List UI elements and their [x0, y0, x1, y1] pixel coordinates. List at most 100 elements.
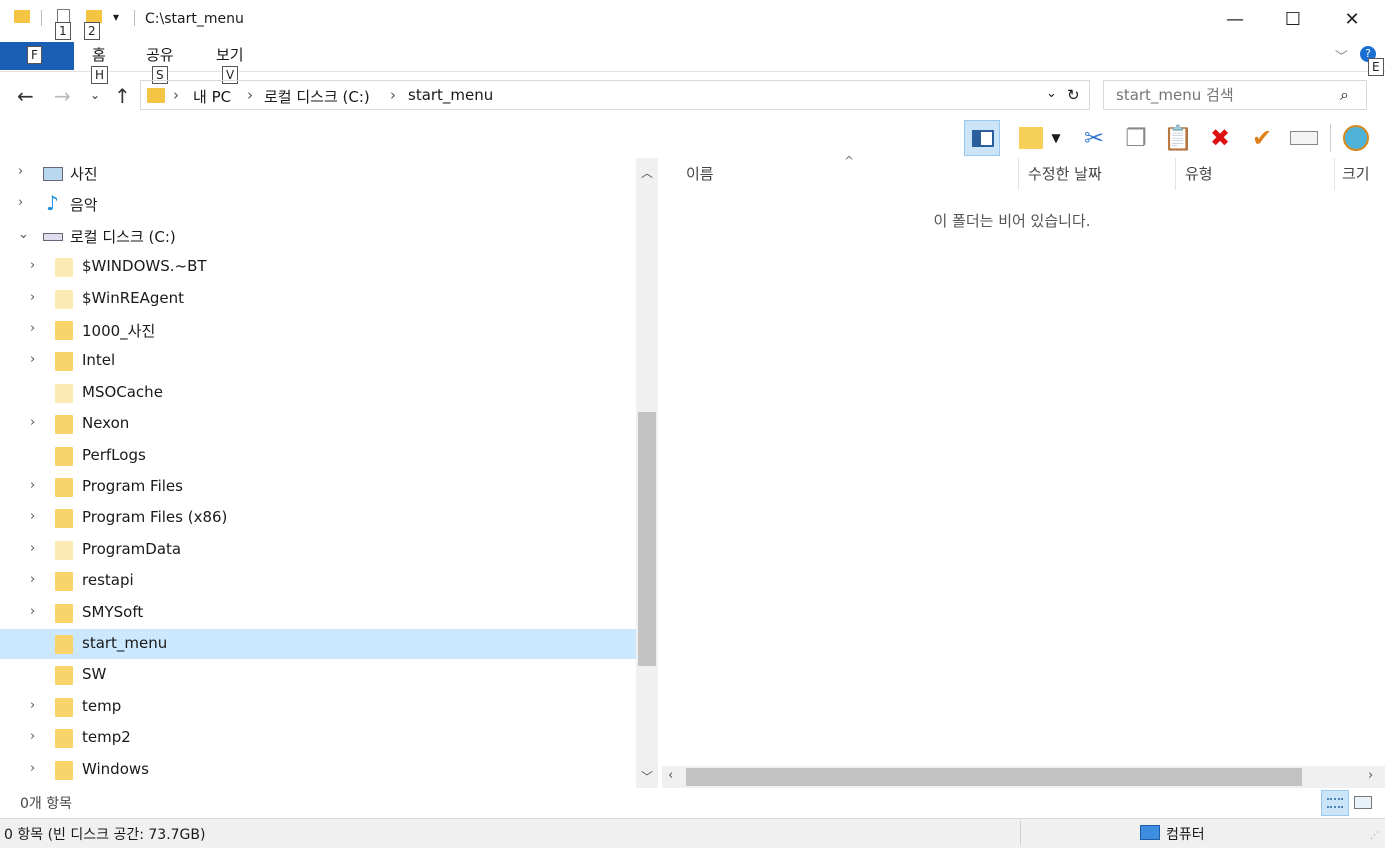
column-separator[interactable]: [1175, 158, 1176, 190]
folder-icon: [55, 289, 73, 309]
scrollbar-thumb[interactable]: [686, 768, 1302, 786]
expand-chevron-icon[interactable]: ›: [30, 541, 35, 556]
breadcrumb-start-menu[interactable]: start_menu: [408, 86, 493, 104]
customize-quick-access-icon[interactable]: ▾: [113, 10, 119, 24]
expand-chevron-icon[interactable]: ›: [30, 478, 35, 493]
tree-item[interactable]: MSOCache: [0, 378, 636, 408]
column-header-type[interactable]: 유형: [1185, 163, 1213, 184]
tree-item[interactable]: PerfLogs: [0, 441, 636, 471]
tab-share[interactable]: 공유: [146, 44, 174, 65]
tree-item[interactable]: SW: [0, 660, 636, 690]
tree-item-label: 사진: [70, 165, 98, 183]
tree-item[interactable]: › temp: [0, 692, 636, 722]
expand-chevron-icon[interactable]: ›: [30, 258, 35, 273]
tab-home[interactable]: 홈: [92, 44, 106, 65]
content-horizontal-scrollbar[interactable]: ‹ ›: [662, 766, 1385, 788]
tree-item[interactable]: › ♪ 음악: [0, 189, 636, 219]
tree-item[interactable]: › 사진: [0, 158, 636, 188]
breadcrumb-separator[interactable]: ›: [173, 86, 179, 104]
scrollbar-thumb[interactable]: [638, 412, 656, 666]
minimize-button[interactable]: —: [1205, 0, 1265, 40]
scroll-up-icon[interactable]: ︿: [641, 164, 653, 181]
expand-chevron-icon[interactable]: ›: [30, 352, 35, 367]
column-header-date-modified[interactable]: 수정한 날짜: [1028, 163, 1102, 184]
folder-icon: [147, 88, 165, 103]
folder-icon: [55, 446, 73, 466]
tree-item[interactable]: ⌄ 로컬 디스크 (C:): [0, 221, 636, 251]
column-separator[interactable]: [1018, 158, 1019, 190]
expand-chevron-icon[interactable]: ›: [30, 321, 35, 336]
tree-item[interactable]: › temp2: [0, 723, 636, 753]
column-header-name[interactable]: 이름: [686, 163, 714, 184]
expand-chevron-icon[interactable]: ›: [30, 729, 35, 744]
dropdown-arrow-icon[interactable]: ▼: [1048, 120, 1064, 156]
expand-chevron-icon[interactable]: ›: [30, 698, 35, 713]
properties-globe-icon[interactable]: [1338, 120, 1374, 156]
delete-icon[interactable]: ✖: [1202, 120, 1238, 156]
tree-item[interactable]: › $WinREAgent: [0, 284, 636, 314]
search-input[interactable]: [1116, 86, 1336, 104]
copy-icon[interactable]: ❐: [1118, 120, 1154, 156]
scroll-down-icon[interactable]: ﹀: [641, 768, 653, 785]
checkmark-icon[interactable]: ✔: [1244, 120, 1280, 156]
address-dropdown-icon[interactable]: ⌄: [1046, 86, 1057, 101]
large-icons-view-icon[interactable]: [1354, 796, 1372, 809]
tab-view[interactable]: 보기: [216, 44, 244, 65]
tree-item[interactable]: start_menu: [0, 629, 636, 659]
resize-grip-icon[interactable]: ⋰: [1370, 831, 1379, 841]
tree-vertical-scrollbar[interactable]: ︿ ﹀: [636, 158, 658, 788]
expand-chevron-icon[interactable]: ›: [30, 761, 35, 776]
tree-item-label: SW: [82, 665, 107, 684]
address-bar[interactable]: › 내 PC › 로컬 디스크 (C:) › start_menu ⌄ ↻: [140, 80, 1090, 110]
sort-ascending-icon: ^: [844, 154, 855, 168]
tree-item[interactable]: › ProgramData: [0, 535, 636, 565]
expand-chevron-icon[interactable]: ›: [30, 509, 35, 524]
pictures-icon: [43, 167, 63, 181]
forward-icon[interactable]: →: [54, 84, 71, 108]
details-view-icon[interactable]: [1321, 790, 1349, 816]
tree-item[interactable]: › SMYSoft: [0, 598, 636, 628]
tree-item[interactable]: › Windows: [0, 755, 636, 785]
folder-icon: [55, 666, 73, 686]
refresh-icon[interactable]: ↻: [1067, 86, 1080, 104]
search-box[interactable]: ⌕: [1103, 80, 1367, 110]
column-header-size[interactable]: 크기: [1342, 163, 1370, 184]
cut-icon[interactable]: ✂: [1076, 120, 1112, 156]
paste-icon[interactable]: 📋: [1160, 120, 1196, 156]
collapse-chevron-icon[interactable]: ⌄: [18, 227, 29, 242]
maximize-button[interactable]: ☐: [1263, 0, 1323, 40]
expand-chevron-icon[interactable]: ›: [18, 164, 23, 179]
expand-chevron-icon[interactable]: ›: [30, 290, 35, 305]
scroll-right-icon[interactable]: ›: [1368, 768, 1373, 783]
back-icon[interactable]: ←: [17, 84, 34, 108]
folder-icon: [55, 760, 73, 780]
expand-chevron-icon[interactable]: ›: [30, 415, 35, 430]
tree-item[interactable]: › Intel: [0, 346, 636, 376]
close-button[interactable]: ✕: [1322, 0, 1382, 40]
breadcrumb-separator[interactable]: ›: [247, 86, 253, 104]
search-icon[interactable]: ⌕: [1340, 85, 1349, 105]
breadcrumb-this-pc[interactable]: 내 PC: [193, 86, 231, 107]
scroll-left-icon[interactable]: ‹: [668, 768, 673, 783]
tree-item[interactable]: › Nexon: [0, 409, 636, 439]
navigation-pane-icon[interactable]: [964, 120, 1000, 156]
expand-chevron-icon[interactable]: ›: [30, 604, 35, 619]
breadcrumb-local-disk[interactable]: 로컬 디스크 (C:): [264, 86, 370, 107]
tree-item[interactable]: › $WINDOWS.~BT: [0, 252, 636, 282]
expand-chevron-icon[interactable]: ›: [18, 195, 23, 210]
navigation-tree[interactable]: › 사진 › ♪ 음악 ⌄ 로컬 디스크 (C:) › $WINDOWS.~BT › $WinREA…: [0, 158, 636, 788]
column-separator[interactable]: [1334, 158, 1335, 190]
new-folder-icon[interactable]: [1014, 120, 1050, 156]
expand-ribbon-icon[interactable]: ﹀: [1335, 46, 1348, 65]
breadcrumb-separator[interactable]: ›: [390, 86, 396, 104]
expand-chevron-icon[interactable]: ›: [30, 572, 35, 587]
rename-icon[interactable]: [1286, 120, 1322, 156]
up-icon[interactable]: ↑: [114, 84, 131, 108]
file-tab[interactable]: F: [0, 42, 74, 70]
tree-item[interactable]: › 1000_사진: [0, 315, 636, 345]
file-list-pane[interactable]: ^ 이름 수정한 날짜 유형 크기 이 폴더는 비어 있습니다. ‹ ›: [662, 154, 1385, 788]
tree-item[interactable]: › Program Files (x86): [0, 503, 636, 533]
tree-item[interactable]: › Program Files: [0, 472, 636, 502]
tree-item[interactable]: › restapi: [0, 566, 636, 596]
recent-locations-icon[interactable]: ⌄: [90, 88, 100, 102]
